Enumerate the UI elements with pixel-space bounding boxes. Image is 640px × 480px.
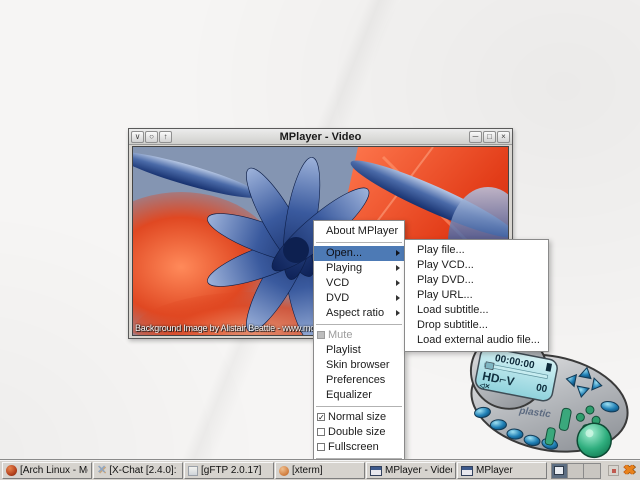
taskbar-button-gftp[interactable]: [gFTP 2.0.17] <box>184 462 274 479</box>
menu-item-aspect-ratio[interactable]: Aspect ratio <box>314 306 404 321</box>
submenu-arrow-icon <box>396 295 400 301</box>
pager-desktop-3[interactable] <box>584 464 600 478</box>
menu-item-about-mplayer[interactable]: About MPlayer <box>314 224 404 239</box>
checkbox-icon <box>317 331 325 339</box>
checkbox-icon <box>317 428 325 436</box>
window-titlebar[interactable]: ∨ ○ ↑ MPlayer - Video ─ □ × <box>129 129 512 145</box>
window-rollup-button[interactable]: ○ <box>145 131 158 143</box>
menu-separator <box>314 321 404 328</box>
pager-desktop-2[interactable] <box>568 464 584 478</box>
submenu-arrow-icon <box>396 280 400 286</box>
submenu-arrow-icon <box>396 310 400 316</box>
menu-item-playlist[interactable]: Playlist <box>314 343 404 358</box>
submenu-arrow-icon <box>396 250 400 256</box>
remote-rewind-button[interactable] <box>490 420 506 430</box>
menu-separator <box>314 239 404 246</box>
tray-x-icon[interactable]: ✖ <box>623 464 636 478</box>
submenu-item-play-vcd[interactable]: Play VCD... <box>405 258 544 273</box>
desktop-pager <box>551 463 601 479</box>
video-credit-text: Background Image by Alistair Beattie - w… <box>135 323 323 333</box>
open-submenu: Play file... Play VCD... Play DVD... Pla… <box>404 239 549 352</box>
pager-desktop-1[interactable] <box>552 464 568 478</box>
window-title: MPlayer - Video <box>172 131 469 143</box>
window-shade-button[interactable]: ∨ <box>131 131 144 143</box>
checkbox-checked-icon: ✓ <box>317 413 325 421</box>
menu-separator <box>314 403 404 410</box>
menu-item-open[interactable]: Open... <box>314 246 404 261</box>
window-icon <box>461 466 473 476</box>
mplayer-context-menu: About MPlayer Open... Playing VCD DVD As… <box>313 220 405 480</box>
gftp-icon <box>188 466 198 476</box>
mplayer-remote-skin[interactable]: mplayer 00:00:00 HD⌐V 00 ◁✕ plastic <box>458 336 630 464</box>
window-raise-button[interactable]: ↑ <box>159 131 172 143</box>
titlebar-left-buttons: ∨ ○ ↑ <box>131 131 172 143</box>
tray-app-icon[interactable] <box>608 465 619 476</box>
submenu-item-play-url[interactable]: Play URL... <box>405 288 544 303</box>
menu-item-vcd[interactable]: VCD <box>314 276 404 291</box>
submenu-item-play-dvd[interactable]: Play DVD... <box>405 273 544 288</box>
taskbar-button-xchat[interactable]: ✕ [X-Chat [2.4.0]: Nev <box>93 462 183 479</box>
submenu-item-drop-subtitle[interactable]: Drop subtitle... <box>405 318 544 333</box>
submenu-arrow-icon <box>396 265 400 271</box>
menu-item-mute: Mute <box>314 328 404 343</box>
window-minimize-button[interactable]: ─ <box>469 131 482 143</box>
window-icon <box>370 466 382 476</box>
xchat-icon: ✕ <box>97 465 106 476</box>
menu-item-normal-size[interactable]: ✓Normal size <box>314 410 404 425</box>
firefox-globe-icon <box>6 465 17 476</box>
menu-item-fullscreen[interactable]: Fullscreen <box>314 440 404 455</box>
menu-item-dvd[interactable]: DVD <box>314 291 404 306</box>
menu-item-equalizer[interactable]: Equalizer <box>314 388 404 403</box>
taskbar-button-mplayer-video[interactable]: MPlayer - Video <box>366 462 456 479</box>
taskbar-button-mozilla[interactable]: [Arch Linux - Mozill <box>2 462 92 479</box>
xterm-icon <box>279 466 289 476</box>
taskbar-button-xterm[interactable]: [xterm] <box>275 462 365 479</box>
menu-item-double-size[interactable]: Double size <box>314 425 404 440</box>
menu-item-playing[interactable]: Playing <box>314 261 404 276</box>
submenu-item-load-external-audio[interactable]: Load external audio file... <box>405 333 544 348</box>
submenu-item-play-file[interactable]: Play file... <box>405 243 544 258</box>
taskbar-button-mplayer[interactable]: MPlayer <box>457 462 547 479</box>
submenu-item-load-subtitle[interactable]: Load subtitle... <box>405 303 544 318</box>
window-maximize-button[interactable]: □ <box>483 131 496 143</box>
system-tray: ✖ <box>608 463 638 478</box>
menu-item-preferences[interactable]: Preferences <box>314 373 404 388</box>
titlebar-right-buttons: ─ □ × <box>469 131 510 143</box>
checkbox-icon <box>317 443 325 451</box>
menu-item-skin-browser[interactable]: Skin browser <box>314 358 404 373</box>
window-close-button[interactable]: × <box>497 131 510 143</box>
taskbar: [Arch Linux - Mozill ✕ [X-Chat [2.4.0]: … <box>0 460 640 480</box>
